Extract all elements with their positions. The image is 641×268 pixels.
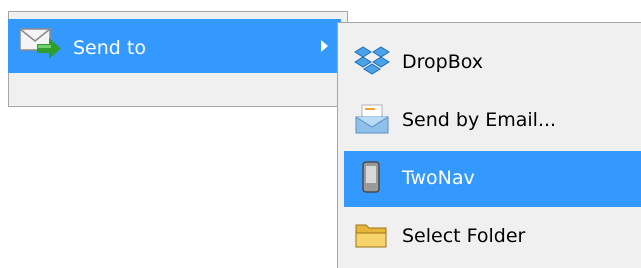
dropbox-icon xyxy=(354,45,390,79)
submenu-item-label: Send by Email... xyxy=(402,109,557,131)
menu-item-send-to-label: Send to xyxy=(73,37,146,59)
email-envelope-icon xyxy=(354,103,390,137)
menu-item-send-to[interactable]: Send to xyxy=(8,19,341,73)
submenu-item-select-folder[interactable]: Select Folder xyxy=(344,209,641,265)
send-to-submenu: DropBox Send by Email... TwoNav Select F… xyxy=(337,22,641,268)
submenu-item-send-by-email[interactable]: Send by Email... xyxy=(344,93,641,149)
submenu-item-twonav[interactable]: TwoNav xyxy=(344,151,641,207)
device-icon xyxy=(354,161,390,195)
folder-icon xyxy=(354,219,390,253)
submenu-item-label: DropBox xyxy=(402,51,484,73)
send-mail-icon xyxy=(19,26,63,62)
submenu-item-label: TwoNav xyxy=(402,167,475,189)
submenu-item-dropbox[interactable]: DropBox xyxy=(344,35,641,91)
submenu-arrow-icon xyxy=(321,40,328,52)
submenu-item-label: Select Folder xyxy=(402,225,526,247)
